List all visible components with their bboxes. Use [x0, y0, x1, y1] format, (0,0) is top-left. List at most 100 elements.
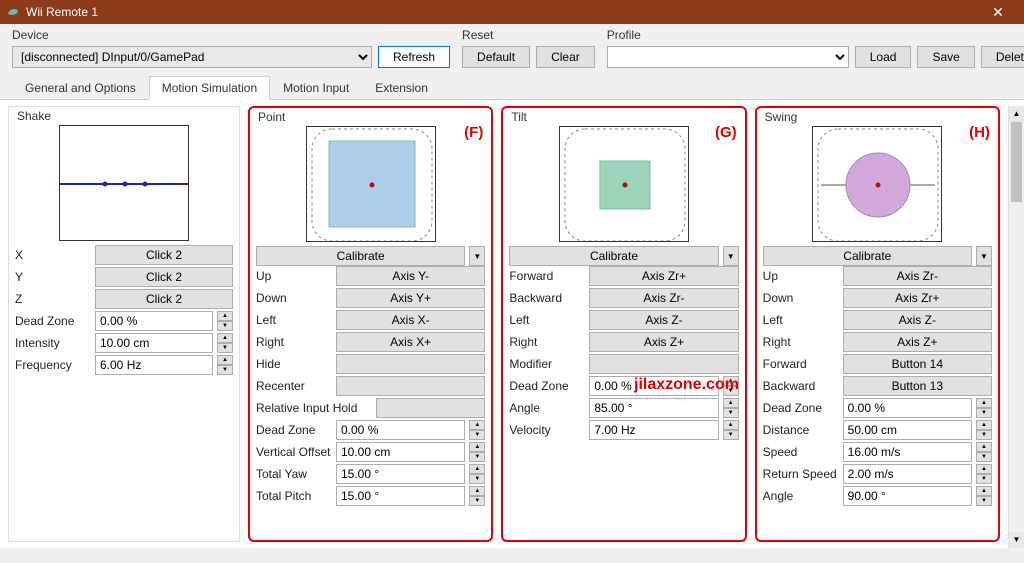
- clear-button[interactable]: Clear: [536, 46, 595, 68]
- numeric-field[interactable]: 10.00 cm: [336, 442, 465, 462]
- spinner-down[interactable]: ▼: [469, 430, 485, 440]
- mapping-button[interactable]: Click 2: [95, 267, 233, 287]
- spinner[interactable]: ▲▼: [976, 442, 992, 462]
- spinner[interactable]: ▲▼: [469, 464, 485, 484]
- spinner[interactable]: ▲▼: [217, 333, 233, 353]
- calibrate-button[interactable]: Calibrate: [256, 246, 465, 266]
- delete-button[interactable]: Delete: [981, 46, 1024, 68]
- numeric-field[interactable]: 0.00 %: [589, 376, 718, 396]
- numeric-field[interactable]: 85.00 °: [589, 398, 718, 418]
- spinner-up[interactable]: ▲: [217, 333, 233, 343]
- numeric-field[interactable]: 6.00 Hz: [95, 355, 213, 375]
- tab-motion-input[interactable]: Motion Input: [270, 76, 362, 99]
- profile-select[interactable]: [607, 46, 849, 68]
- spinner[interactable]: ▲▼: [976, 486, 992, 506]
- calibrate-button[interactable]: Calibrate: [763, 246, 972, 266]
- mapping-button[interactable]: Axis Zr-: [843, 266, 992, 286]
- spinner[interactable]: ▲▼: [217, 355, 233, 375]
- spinner-down[interactable]: ▼: [217, 321, 233, 331]
- spinner-up[interactable]: ▲: [723, 376, 739, 386]
- spinner-up[interactable]: ▲: [469, 442, 485, 452]
- spinner-up[interactable]: ▲: [723, 420, 739, 430]
- tab-extension[interactable]: Extension: [362, 76, 441, 99]
- mapping-button[interactable]: Click 2: [95, 289, 233, 309]
- numeric-field[interactable]: 0.00 %: [95, 311, 213, 331]
- load-button[interactable]: Load: [855, 46, 912, 68]
- tab-general[interactable]: General and Options: [12, 76, 149, 99]
- spinner-up[interactable]: ▲: [217, 355, 233, 365]
- mapping-button[interactable]: Axis Z+: [843, 332, 992, 352]
- spinner-down[interactable]: ▼: [976, 474, 992, 484]
- spinner-down[interactable]: ▼: [469, 496, 485, 506]
- spinner-up[interactable]: ▲: [469, 420, 485, 430]
- numeric-field[interactable]: 0.00 %: [336, 420, 465, 440]
- mapping-button[interactable]: Button 13: [843, 376, 992, 396]
- save-button[interactable]: Save: [917, 46, 974, 68]
- spinner[interactable]: ▲▼: [976, 398, 992, 418]
- numeric-field[interactable]: 7.00 Hz: [589, 420, 718, 440]
- spinner-up[interactable]: ▲: [469, 486, 485, 496]
- mapping-button[interactable]: [589, 354, 738, 374]
- scroll-up-arrow[interactable]: ▲: [1009, 106, 1024, 122]
- numeric-field[interactable]: 15.00 °: [336, 464, 465, 484]
- close-button[interactable]: ✕: [978, 4, 1018, 21]
- mapping-button[interactable]: [336, 354, 485, 374]
- spinner[interactable]: ▲▼: [723, 420, 739, 440]
- mapping-button[interactable]: Axis Zr+: [589, 266, 738, 286]
- spinner-down[interactable]: ▼: [723, 386, 739, 396]
- spinner[interactable]: ▲▼: [469, 486, 485, 506]
- calibrate-dropdown[interactable]: ▼: [976, 246, 992, 266]
- calibrate-button[interactable]: Calibrate: [509, 246, 718, 266]
- spinner-up[interactable]: ▲: [469, 464, 485, 474]
- mapping-button[interactable]: Axis Zr-: [589, 288, 738, 308]
- numeric-field[interactable]: 0.00 %: [843, 398, 972, 418]
- spinner[interactable]: ▲▼: [723, 398, 739, 418]
- mapping-button[interactable]: Axis Zr+: [843, 288, 992, 308]
- spinner[interactable]: ▲▼: [976, 464, 992, 484]
- mapping-button[interactable]: Axis X-: [336, 310, 485, 330]
- spinner-up[interactable]: ▲: [976, 420, 992, 430]
- mapping-button[interactable]: Axis Y-: [336, 266, 485, 286]
- numeric-field[interactable]: 90.00 °: [843, 486, 972, 506]
- spinner-down[interactable]: ▼: [723, 408, 739, 418]
- scroll-down-arrow[interactable]: ▼: [1009, 532, 1024, 548]
- numeric-field[interactable]: 16.00 m/s: [843, 442, 972, 462]
- spinner-down[interactable]: ▼: [976, 430, 992, 440]
- spinner-down[interactable]: ▼: [976, 496, 992, 506]
- mapping-button[interactable]: Axis Z+: [589, 332, 738, 352]
- spinner-up[interactable]: ▲: [976, 464, 992, 474]
- tab-motion-simulation[interactable]: Motion Simulation: [149, 76, 270, 100]
- mapping-button[interactable]: Click 2: [95, 245, 233, 265]
- spinner-down[interactable]: ▼: [469, 474, 485, 484]
- mapping-button[interactable]: Axis Y+: [336, 288, 485, 308]
- spinner-up[interactable]: ▲: [976, 442, 992, 452]
- spinner[interactable]: ▲▼: [723, 376, 739, 396]
- mapping-button[interactable]: [376, 398, 485, 418]
- numeric-field[interactable]: 15.00 °: [336, 486, 465, 506]
- spinner[interactable]: ▲▼: [217, 311, 233, 331]
- calibrate-dropdown[interactable]: ▼: [469, 246, 485, 266]
- calibrate-dropdown[interactable]: ▼: [723, 246, 739, 266]
- spinner-up[interactable]: ▲: [976, 398, 992, 408]
- refresh-button[interactable]: Refresh: [378, 46, 450, 68]
- spinner-down[interactable]: ▼: [217, 343, 233, 353]
- spinner[interactable]: ▲▼: [469, 442, 485, 462]
- mapping-button[interactable]: Axis X+: [336, 332, 485, 352]
- numeric-field[interactable]: 2.00 m/s: [843, 464, 972, 484]
- spinner[interactable]: ▲▼: [469, 420, 485, 440]
- spinner-up[interactable]: ▲: [976, 486, 992, 496]
- mapping-button[interactable]: Axis Z-: [589, 310, 738, 330]
- numeric-field[interactable]: 10.00 cm: [95, 333, 213, 353]
- mapping-button[interactable]: Button 14: [843, 354, 992, 374]
- numeric-field[interactable]: 50.00 cm: [843, 420, 972, 440]
- spinner-down[interactable]: ▼: [723, 430, 739, 440]
- scroll-thumb[interactable]: [1011, 122, 1022, 202]
- spinner-down[interactable]: ▼: [217, 365, 233, 375]
- spinner-down[interactable]: ▼: [976, 452, 992, 462]
- vertical-scrollbar[interactable]: ▲ ▼: [1008, 106, 1024, 548]
- spinner-up[interactable]: ▲: [217, 311, 233, 321]
- mapping-button[interactable]: Axis Z-: [843, 310, 992, 330]
- spinner-up[interactable]: ▲: [723, 398, 739, 408]
- spinner[interactable]: ▲▼: [976, 420, 992, 440]
- default-button[interactable]: Default: [462, 46, 530, 68]
